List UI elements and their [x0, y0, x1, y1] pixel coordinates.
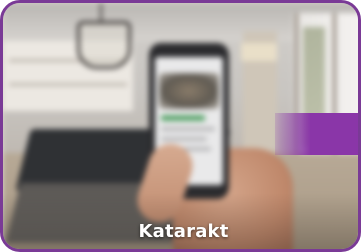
photo-pendant-lamp — [77, 21, 131, 69]
card-caption[interactable]: Katarakt — [3, 221, 358, 242]
photo-phone-screen-image — [159, 73, 219, 109]
image-card[interactable]: Katarakt — [0, 0, 361, 252]
purple-accent-bar — [275, 113, 358, 155]
photo-phone-screen-line — [161, 137, 207, 141]
photo-door-sign — [241, 43, 277, 61]
photo-phone-screen-green-bar — [161, 115, 205, 121]
photo-shelf — [9, 83, 127, 86]
photo-phone-screen-line — [161, 127, 215, 131]
photo-pendant-cord — [100, 3, 102, 23]
